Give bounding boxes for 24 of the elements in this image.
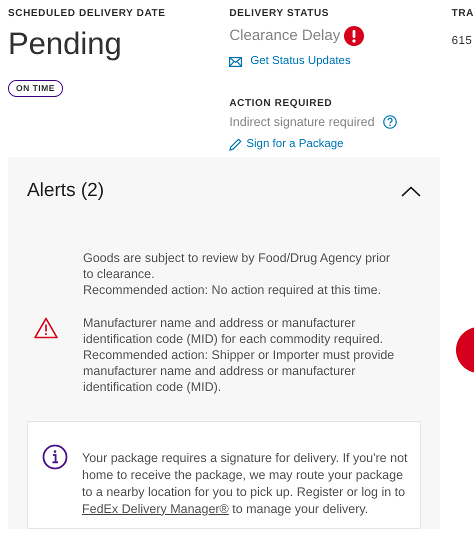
alert-message: Recommended action: No action required at this time. [83,282,382,298]
field-label: ACTION REQUIRED [229,96,334,110]
get-status-updates-link[interactable]: Get Status Updates [229,52,351,70]
sign-for-package-link[interactable]: Sign for a Package [229,136,344,154]
info-message: Your package requires a signature for delivery. If you're not home to receive the package, we may route your package to a nearby location for you to pick up. Register or log in to FedEx Delivery Manager® to manage your delivery. [82,450,408,518]
alert-message: Recommended action: Shipper or Importer must provide manufacturer name and address or manufacturer identification code (MID). [83,346,396,394]
envelope-icon [229,56,242,66]
alert-message: Goods are subject to review by Food/Drug Agency prior to clearance. [83,250,392,282]
status-badge: ON TIME [8,80,63,97]
alert-message: Manufacturer name and address or manufacturer identification code (MID) for each commodity required. [83,314,384,346]
chevron-icon[interactable] [401,186,421,197]
pencil-icon [229,138,242,152]
fedex-delivery-manager-link[interactable]: FedEx Delivery Manager® [82,502,229,516]
delivery-date: Pending [8,27,123,62]
info-icon [42,444,68,470]
signature-requirement: Indirect signature required [229,114,375,131]
warning-icon [34,316,58,338]
help-icon[interactable] [382,114,397,129]
delivery-status: Clearance Delay [229,26,340,46]
field-label: TRA [452,7,474,21]
alerts-title: Alerts (2) [27,179,104,203]
field-label: DELIVERY STATUS [229,7,330,21]
tracking-number: 615 [452,34,474,49]
field-label: SCHEDULED DELIVERY DATE [8,7,167,21]
